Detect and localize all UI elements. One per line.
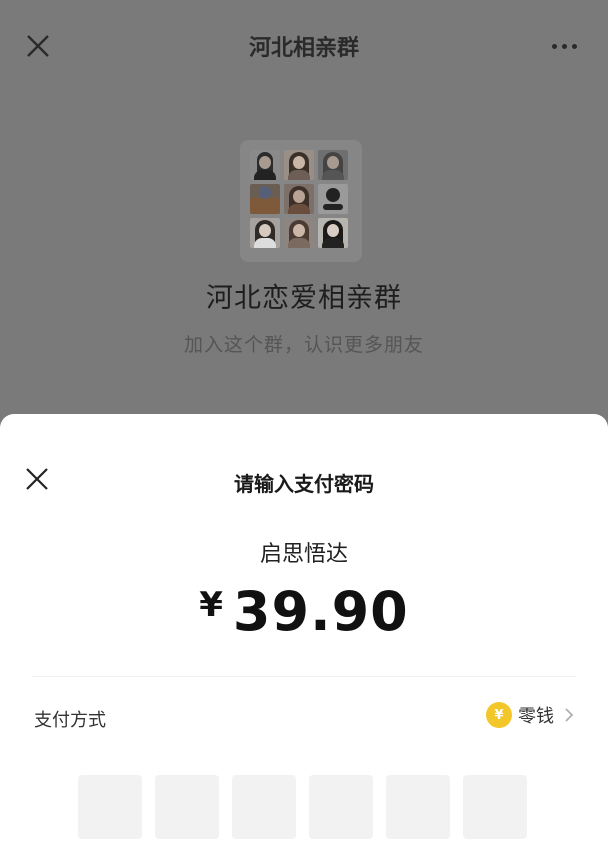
payee-name: 启思悟达 (259, 542, 348, 567)
divider (32, 676, 576, 677)
password-input[interactable] (78, 775, 527, 839)
group-name: 河北恋爱相亲群 (206, 283, 402, 314)
pin-digit-box[interactable] (309, 775, 373, 839)
member-avatar (284, 184, 314, 214)
chevron-right-icon (565, 708, 574, 722)
currency-symbol: ¥ (199, 585, 223, 625)
payment-method-selector[interactable]: ¥ 零钱 (486, 702, 574, 728)
payment-method-label: 支付方式 (34, 710, 106, 731)
pin-digit-box[interactable] (155, 775, 219, 839)
member-avatar (250, 218, 280, 248)
member-avatar (318, 184, 348, 214)
member-avatar (250, 184, 280, 214)
member-avatar (318, 150, 348, 180)
pin-digit-box[interactable] (386, 775, 450, 839)
sheet-title: 请输入支付密码 (234, 472, 374, 496)
page-title: 河北相亲群 (248, 36, 359, 61)
pin-digit-box[interactable] (78, 775, 142, 839)
pin-digit-box[interactable] (232, 775, 296, 839)
member-avatar (250, 150, 280, 180)
payment-sheet: 请输入支付密码 启思悟达 ¥39.90 支付方式 ¥ 零钱 (0, 414, 608, 866)
group-avatar (240, 140, 362, 262)
pin-digit-box[interactable] (463, 775, 527, 839)
top-bar: 河北相亲群 (0, 0, 608, 92)
member-avatar (318, 218, 348, 248)
payment-method-value: 零钱 (518, 706, 554, 727)
more-icon[interactable] (552, 36, 582, 56)
amount-value: 39.90 (232, 580, 409, 643)
group-subtitle: 加入这个群，认识更多朋友 (183, 334, 424, 356)
wallet-coin-icon: ¥ (486, 702, 512, 728)
member-avatar (284, 218, 314, 248)
payment-amount: ¥39.90 (0, 580, 608, 643)
member-avatar (284, 150, 314, 180)
